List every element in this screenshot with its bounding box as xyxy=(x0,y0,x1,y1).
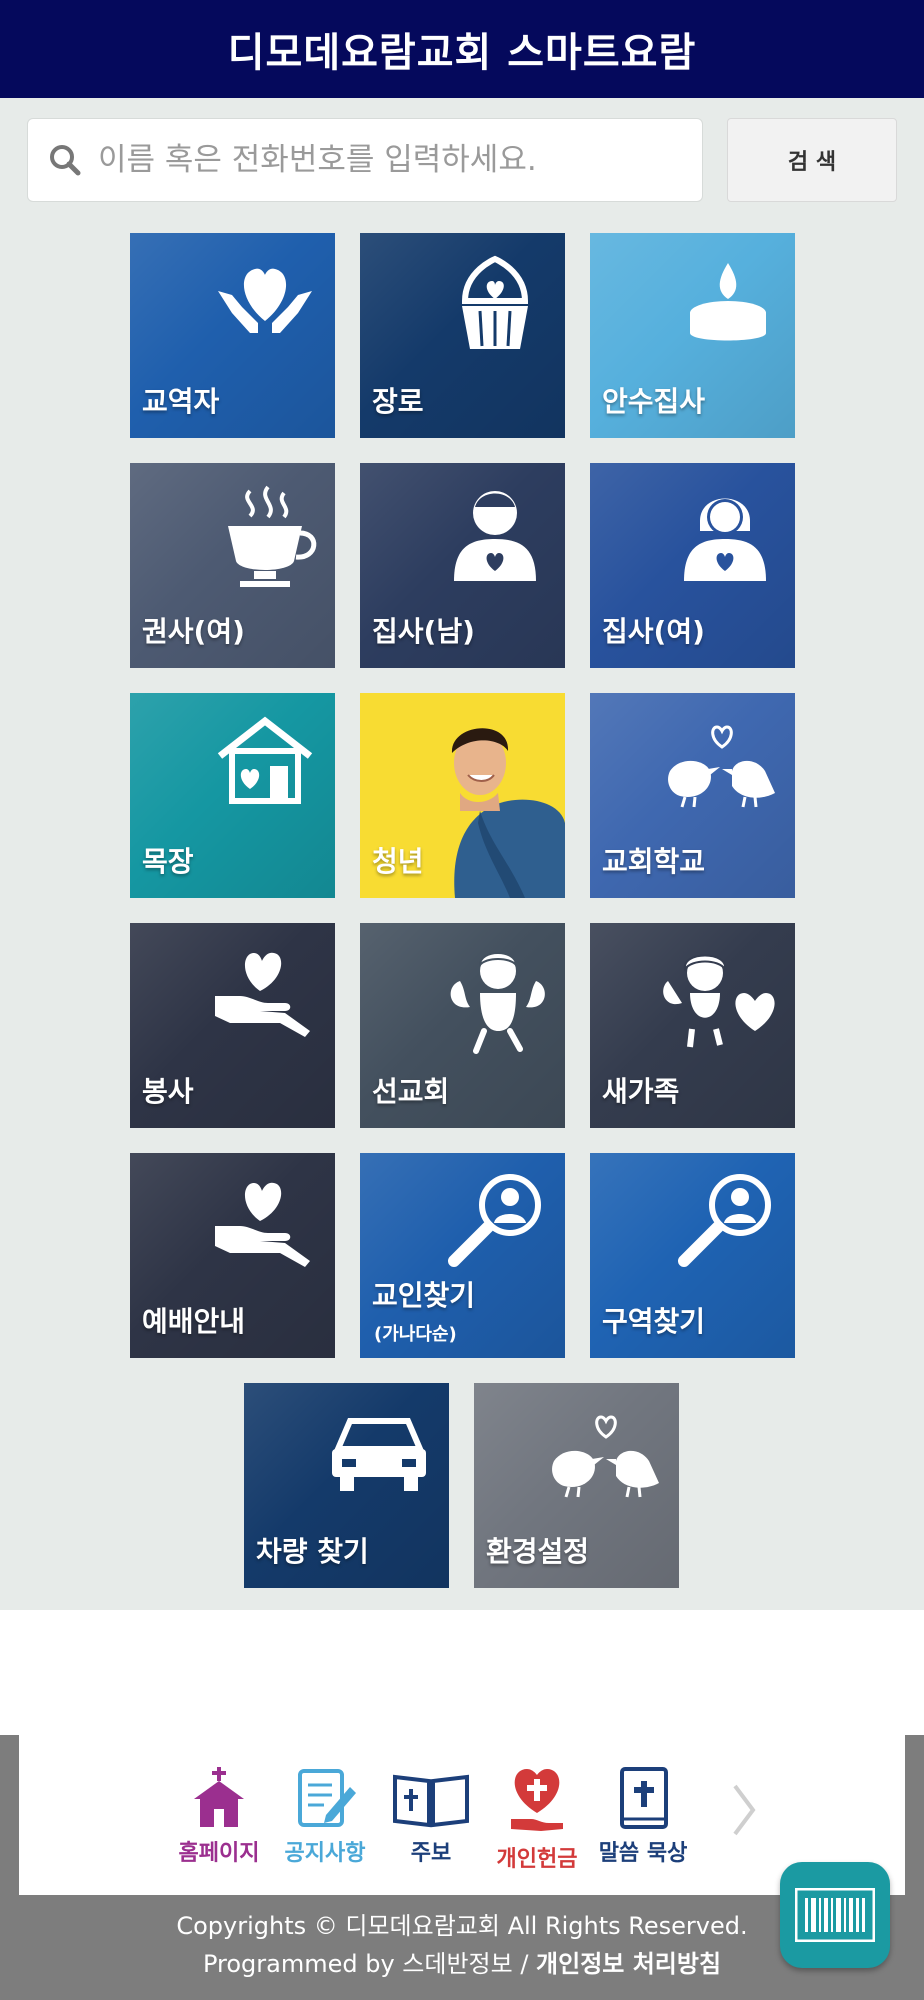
tile-mission-society[interactable]: 선교회 xyxy=(360,923,565,1128)
tile-label: 교역자 xyxy=(142,385,220,418)
tile-settings[interactable]: 환경설정 xyxy=(474,1383,679,1588)
coffee-cup-icon xyxy=(228,485,317,587)
barcode-icon xyxy=(795,1888,875,1942)
man-heart-icon xyxy=(454,491,536,581)
nav-label: 말씀 묵상 xyxy=(598,1841,688,1866)
magnifier-person-icon xyxy=(678,1174,771,1267)
tile-label: 교인찾기 xyxy=(372,1279,476,1312)
search-box xyxy=(27,118,703,202)
tile-label: 봉사 xyxy=(142,1075,194,1108)
tile-label: 집사(여) xyxy=(602,615,705,648)
tile-label: 목장 xyxy=(142,845,194,878)
tile-label: 새가족 xyxy=(602,1075,680,1108)
tile-label: 안수집사 xyxy=(602,385,706,418)
tile-find-vehicle[interactable]: 차량 찾기 xyxy=(244,1383,449,1588)
chevron-right-icon[interactable] xyxy=(729,1780,759,1840)
tile-find-district[interactable]: 구역찾기 xyxy=(590,1153,795,1358)
nav-devotion[interactable]: 말씀 묵상 xyxy=(593,1765,693,1867)
page-title: 디모데요람교회 스마트요람 xyxy=(227,30,697,76)
tile-elders[interactable]: 장로 xyxy=(360,233,565,438)
heart-cross-hand-icon xyxy=(511,1769,563,1831)
tile-pastors[interactable]: 교역자 xyxy=(130,233,335,438)
barcode-button[interactable] xyxy=(780,1862,890,1968)
church-icon xyxy=(194,1767,244,1827)
tile-label: 환경설정 xyxy=(486,1535,590,1568)
tile-youth[interactable]: 청년 xyxy=(360,693,565,898)
angel-icon xyxy=(450,952,545,1054)
cupcake-icon xyxy=(461,255,529,349)
bible-book-icon xyxy=(620,1767,668,1829)
tile-service[interactable]: 봉사 xyxy=(130,923,335,1128)
woman-heart-icon xyxy=(684,498,766,581)
nav-bulletin[interactable]: 주보 xyxy=(381,1765,481,1867)
tile-sublabel: (가나다순) xyxy=(374,1324,457,1345)
tile-cell-group[interactable]: 목장 xyxy=(130,693,335,898)
heart-hands-icon xyxy=(218,268,312,333)
magnifier-person-icon xyxy=(448,1174,541,1267)
search-icon xyxy=(50,145,81,176)
tile-label: 구역찾기 xyxy=(602,1305,706,1338)
tile-new-family[interactable]: 새가족 xyxy=(590,923,795,1128)
nav-label: 홈페이지 xyxy=(178,1841,260,1866)
tile-label: 청년 xyxy=(372,845,424,878)
birds-heart-icon xyxy=(668,725,775,808)
tile-deacon-female[interactable]: 집사(여) xyxy=(590,463,795,668)
tile-worship-info[interactable]: 예배안내 xyxy=(130,1153,335,1358)
nav-notices[interactable]: 공지사항 xyxy=(275,1765,375,1867)
birds-heart-icon xyxy=(552,1415,659,1498)
nav-homepage[interactable]: 홈페이지 xyxy=(169,1765,269,1867)
tile-deacon-male[interactable]: 집사(남) xyxy=(360,463,565,668)
cherub-heart-icon xyxy=(663,954,775,1048)
tile-ordained-deacons[interactable]: 안수집사 xyxy=(590,233,795,438)
tile-label: 장로 xyxy=(372,385,424,418)
car-icon xyxy=(332,1418,426,1491)
search-button[interactable]: 검 색 xyxy=(727,118,897,202)
heart-in-hand-icon xyxy=(215,952,310,1037)
nav-label: 공지사항 xyxy=(284,1841,366,1866)
tile-label: 집사(남) xyxy=(372,615,475,648)
open-bible-icon xyxy=(393,1774,469,1828)
tile-church-school[interactable]: 교회학교 xyxy=(590,693,795,898)
app-header: 디모데요람교회 스마트요람 xyxy=(0,0,924,98)
nav-label: 주보 xyxy=(410,1841,452,1866)
candle-icon xyxy=(690,263,766,341)
tile-label: 선교회 xyxy=(372,1075,450,1108)
tile-label: 차량 찾기 xyxy=(256,1535,369,1568)
nav-offering[interactable]: 개인헌금 xyxy=(487,1765,587,1873)
tile-label: 권사(여) xyxy=(142,615,245,648)
nav-label: 개인헌금 xyxy=(496,1847,578,1872)
house-heart-icon xyxy=(217,716,313,804)
tile-label: 예배안내 xyxy=(142,1305,246,1338)
search-input[interactable] xyxy=(96,141,670,179)
notepad-pencil-icon xyxy=(298,1769,356,1827)
tile-kwonsa-female[interactable]: 권사(여) xyxy=(130,463,335,668)
heart-in-hand-icon xyxy=(215,1182,310,1267)
tile-label: 교회학교 xyxy=(602,845,706,878)
programmed-by-text: Programmed by 스데반정보 / xyxy=(202,1950,537,1978)
tile-find-member[interactable]: 교인찾기 (가나다순) xyxy=(360,1153,565,1358)
privacy-policy-link[interactable]: 개인정보 처리방침 xyxy=(536,1950,721,1978)
